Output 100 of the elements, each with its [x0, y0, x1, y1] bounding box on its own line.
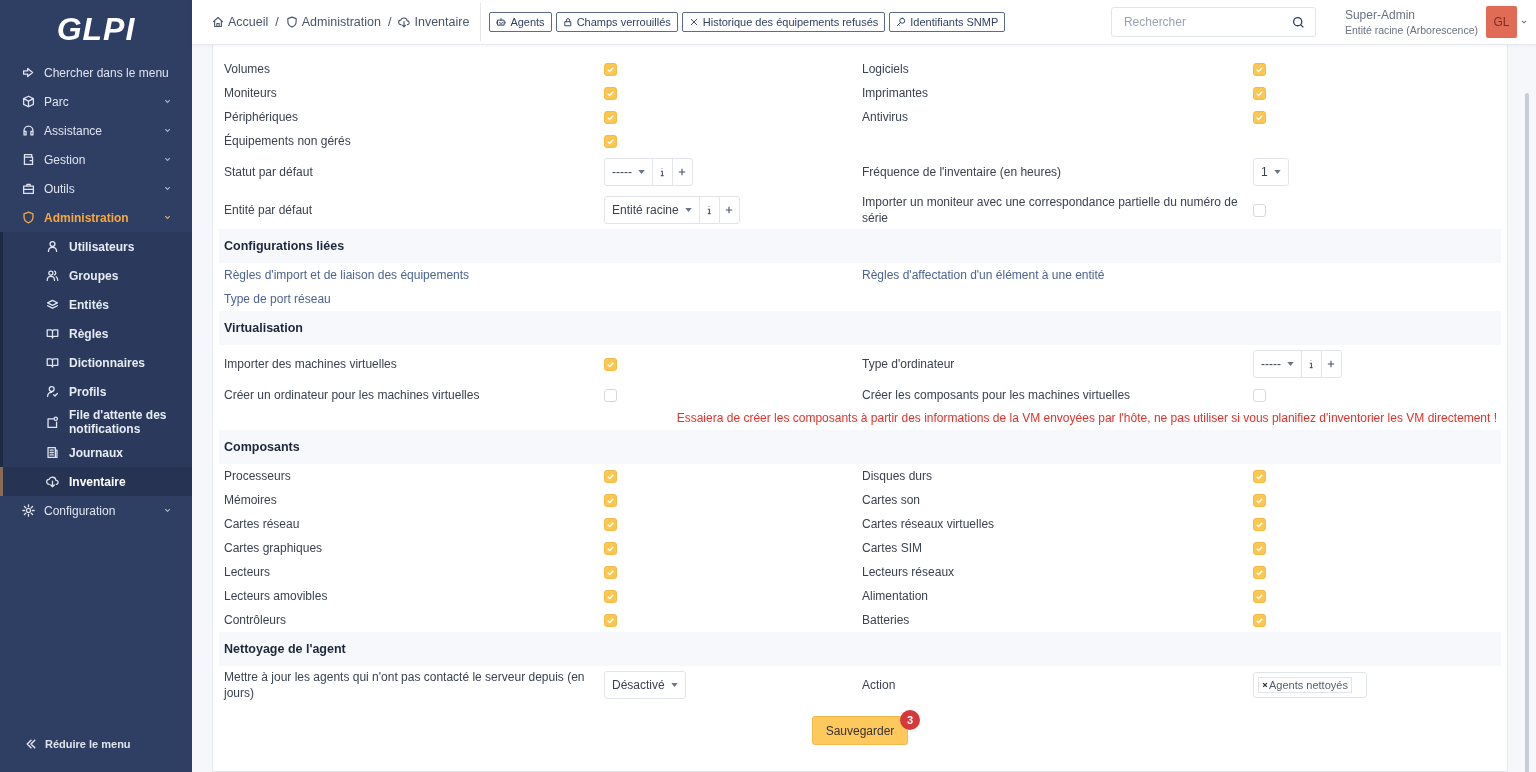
sidebar-item[interactable]: Outils: [0, 174, 192, 203]
breadcrumb-link[interactable]: Inventaire: [398, 15, 470, 29]
sidebar-item[interactable]: Gestion: [0, 145, 192, 174]
config-link[interactable]: Type de port réseau: [224, 287, 604, 311]
field-label: Importer des machines virtuelles: [224, 356, 398, 372]
search-input[interactable]: Rechercher: [1121, 14, 1292, 30]
dropdown[interactable]: Entité racine: [605, 197, 699, 223]
headset-icon: [22, 124, 35, 137]
checkbox[interactable]: [1253, 110, 1266, 124]
checkbox[interactable]: [1253, 517, 1266, 531]
sidebar-subitem[interactable]: Dictionnaires: [3, 348, 192, 377]
scrollbar-thumb[interactable]: [1525, 93, 1529, 772]
tag-field[interactable]: Agents nettoyés: [1253, 672, 1367, 698]
field-label: Créer les composants pour les machines virtuelles: [862, 387, 1132, 403]
field-label: Imprimantes: [862, 85, 930, 101]
tag: Agents nettoyés: [1258, 677, 1352, 693]
sidebar-subitem[interactable]: Groupes: [3, 261, 192, 290]
checkbox[interactable]: [1253, 541, 1266, 555]
checkbox[interactable]: [1253, 493, 1266, 507]
menu-search-item[interactable]: Chercher dans le menu: [0, 58, 192, 87]
config-link[interactable]: Règles d'import et de liaison des équipements: [224, 263, 604, 287]
sidebar-subitem[interactable]: Inventaire: [0, 467, 192, 496]
field-label: Entité par défaut: [224, 202, 314, 218]
close-icon: [688, 17, 699, 27]
checkbox[interactable]: [1253, 589, 1266, 603]
sidebar-item[interactable]: Parc: [0, 87, 192, 116]
checkbox[interactable]: [604, 86, 617, 100]
cloud-download-icon: [46, 475, 59, 488]
field-label: Équipements non gérés: [224, 133, 352, 149]
checkbox[interactable]: [604, 62, 617, 76]
field-label: Contrôleurs: [224, 612, 288, 628]
checkbox[interactable]: [1253, 62, 1266, 76]
checkbox[interactable]: [1253, 86, 1266, 100]
field-label: Alimentation: [862, 588, 930, 604]
sidebar-subitem[interactable]: File d'attente des notifications: [3, 406, 192, 438]
field-label: Lecteurs amovibles: [224, 588, 329, 604]
sidebar-item[interactable]: Assistance: [0, 116, 192, 145]
key-icon: [896, 17, 907, 27]
checkbox[interactable]: [604, 110, 617, 124]
field-label: Statut par défaut: [224, 164, 314, 180]
field-label: Cartes SIM: [862, 540, 923, 556]
sidebar-item[interactable]: Configuration: [0, 496, 192, 525]
dropdown-arrow-icon: [670, 683, 678, 687]
checkbox[interactable]: [1253, 388, 1266, 402]
collapse-menu-button[interactable]: Réduire le menu: [0, 738, 192, 772]
toolbar-button[interactable]: Identifiants SNMP: [889, 12, 1006, 32]
toolbar-button[interactable]: Agents: [489, 12, 552, 32]
dropdown[interactable]: 1: [1254, 159, 1288, 185]
field-label: Cartes réseau: [224, 516, 301, 532]
checkbox[interactable]: [604, 134, 617, 148]
dropdown[interactable]: -----: [1254, 351, 1301, 377]
field-label: Volumes: [224, 61, 272, 77]
sidebar-subitem[interactable]: Règles: [3, 319, 192, 348]
checkbox[interactable]: [604, 388, 617, 402]
field-label: Périphériques: [224, 109, 300, 125]
notification-icon: [46, 415, 59, 429]
checkbox[interactable]: [604, 469, 617, 483]
field-label: Type d'ordinateur: [862, 356, 956, 372]
dropdown-arrow-icon: [1273, 170, 1281, 174]
home-icon: [212, 16, 224, 28]
sidebar-subitem[interactable]: Utilisateurs: [3, 232, 192, 261]
checkbox[interactable]: [1253, 203, 1266, 217]
breadcrumb-link[interactable]: Accueil: [212, 15, 269, 29]
shield-icon: [22, 211, 35, 224]
sidebar-subitem[interactable]: Journaux: [3, 438, 192, 467]
toolbar-button[interactable]: Champs verrouillés: [555, 12, 678, 32]
checkbox[interactable]: [604, 541, 617, 555]
checkbox[interactable]: [1253, 613, 1266, 627]
field-label: Cartes réseaux virtuelles: [862, 516, 996, 532]
info-icon: [1307, 358, 1316, 370]
field-label: Créer un ordinateur pour les machines virtuelles: [224, 387, 481, 403]
wallet-icon: [22, 153, 35, 166]
checkbox[interactable]: [604, 357, 617, 371]
cloud-download-icon: [398, 16, 411, 28]
toolbar-button[interactable]: Historique des équipements refusés: [681, 12, 886, 32]
box-icon: [22, 95, 35, 108]
breadcrumb-link[interactable]: Administration: [285, 15, 381, 29]
field-label: Disques durs: [862, 468, 934, 484]
robot-icon: [496, 17, 507, 27]
config-link[interactable]: Règles d'affectation d'un élément à une entité: [862, 263, 1253, 287]
search-field[interactable]: Rechercher: [1110, 7, 1316, 37]
users-icon: [46, 269, 59, 282]
dropdown[interactable]: Désactivé: [605, 672, 685, 698]
gear-icon: [22, 504, 35, 517]
field-label: Cartes graphiques: [224, 540, 324, 556]
dropdown-arrow-icon: [684, 208, 692, 212]
sidebar-subitem[interactable]: Entités: [3, 290, 192, 319]
dropdown[interactable]: -----: [605, 159, 652, 185]
info-icon: [658, 166, 667, 178]
checkbox[interactable]: [1253, 565, 1266, 579]
field-label: Batteries: [862, 612, 911, 628]
checkbox[interactable]: [604, 517, 617, 531]
sidebar-subitem[interactable]: Profils: [3, 377, 192, 406]
checkbox[interactable]: [604, 613, 617, 627]
user-name: Super-Admin: [1344, 8, 1416, 22]
checkbox[interactable]: [604, 565, 617, 579]
checkbox[interactable]: [1253, 469, 1266, 483]
checkbox[interactable]: [604, 589, 617, 603]
remove-icon[interactable]: [1262, 682, 1268, 688]
checkbox[interactable]: [604, 493, 617, 507]
